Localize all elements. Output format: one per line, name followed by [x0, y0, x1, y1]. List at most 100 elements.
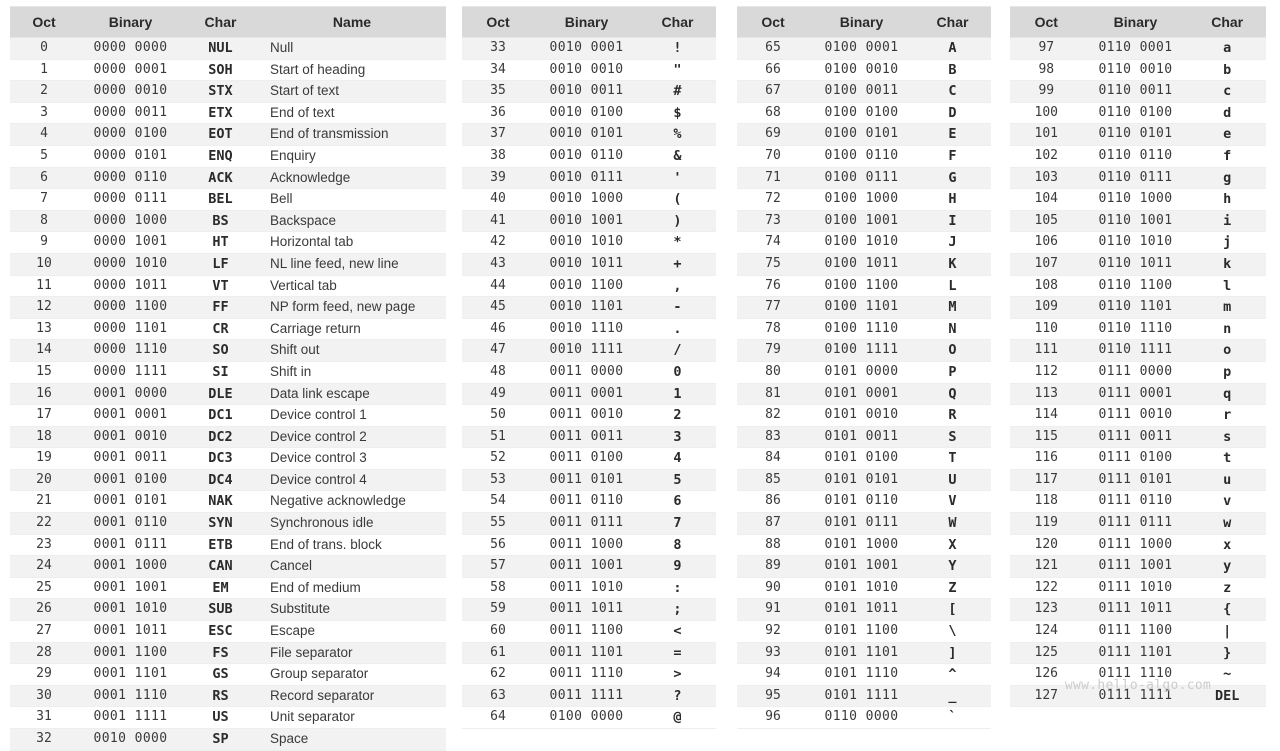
- cell-oct: 86: [737, 490, 809, 514]
- table-row: 101 0110 0101 e: [1010, 123, 1266, 146]
- cell-char: =: [639, 641, 716, 665]
- cell-char: EOT: [183, 123, 258, 146]
- table-row: 125 0111 1101}: [1010, 641, 1266, 665]
- cell-binary: 0100 1000: [809, 188, 914, 211]
- cell-binary: 0100 1010: [809, 231, 914, 254]
- cell-char: U: [914, 468, 991, 492]
- cell-oct: 115: [1010, 425, 1083, 449]
- cell-binary: 0000 0100: [78, 123, 183, 146]
- cell-binary: 0001 0111: [78, 533, 183, 557]
- table-row: 98 0110 0010 b: [1010, 58, 1266, 82]
- cell-binary: 0000 1101: [78, 317, 183, 341]
- table-row: 57 0011 1001 9: [462, 555, 716, 578]
- cell-oct: 4: [10, 123, 78, 146]
- table-row: 91 0101 1011[: [737, 598, 991, 622]
- cell-binary: 0111 0110: [1082, 490, 1189, 514]
- table-row: 66 0100 0010 B: [737, 58, 991, 82]
- cell-binary: 0001 1110: [78, 684, 183, 708]
- table-row: 40 0010 1000(: [462, 188, 716, 211]
- cell-char: I: [914, 209, 991, 233]
- table-row: 67 0100 0011 C: [737, 80, 991, 103]
- cell-oct: 78: [737, 317, 809, 341]
- cell-name: NP form feed, new page: [258, 296, 446, 319]
- table-row: 77 0100 1101 M: [737, 296, 991, 319]
- cell-oct: 16: [10, 382, 78, 406]
- cell-oct: 96: [737, 706, 809, 729]
- cell-char: SOH: [183, 58, 258, 82]
- cell-char: %: [639, 123, 716, 146]
- cell-binary: 0000 1100: [78, 296, 183, 319]
- cell-char: SUB: [183, 598, 258, 622]
- cell-oct: 45: [462, 296, 534, 319]
- cell-oct: 53: [462, 468, 534, 492]
- cell-char: !: [639, 37, 716, 60]
- cell-binary: 0010 0101: [534, 123, 639, 146]
- cell-oct: 89: [737, 555, 809, 578]
- column-header-char: Char: [914, 6, 991, 38]
- cell-binary: 0001 1000: [78, 555, 183, 578]
- cell-oct: 101: [1010, 123, 1083, 146]
- cell-char: Y: [914, 555, 991, 578]
- cell-binary: 0111 0000: [1082, 360, 1189, 384]
- cell-binary: 0010 1000: [534, 188, 639, 211]
- table-row: 1 0000 0001 SOH Start of heading: [10, 58, 446, 82]
- cell-oct: 87: [737, 512, 809, 535]
- cell-binary: 0001 1001: [78, 576, 183, 600]
- cell-char: VT: [183, 274, 258, 298]
- table-row: 76 0100 1100 L: [737, 274, 991, 298]
- cell-char: DC3: [183, 447, 258, 470]
- cell-char: R: [914, 404, 991, 427]
- table-body: 33 0010 0001! 34 0010 0010 " 35 0010 0011 #36 00…: [462, 37, 716, 729]
- table-row: 93 0101 1101]: [737, 641, 991, 665]
- cell-binary: 0000 0110: [78, 166, 183, 190]
- cell-char: Q: [914, 382, 991, 406]
- cell-char: u: [1188, 468, 1266, 492]
- cell-name: Carriage return: [258, 317, 446, 341]
- column-header-oct: Oct: [462, 6, 534, 38]
- cell-oct: 47: [462, 339, 534, 362]
- cell-oct: 111: [1010, 339, 1083, 362]
- cell-oct: 91: [737, 598, 809, 622]
- table-row: 74 0100 1010 J: [737, 231, 991, 254]
- cell-char: J: [914, 231, 991, 254]
- cell-name: Synchronous idle: [258, 512, 446, 535]
- cell-oct: 106: [1010, 231, 1083, 254]
- table-row: 43 0010 1011 +: [462, 252, 716, 276]
- cell-binary: 0010 0000: [78, 728, 183, 751]
- table-row: 39 0010 0111 ': [462, 166, 716, 190]
- table-row: 86 0101 0110 V: [737, 490, 991, 514]
- cell-binary: 0000 1010: [78, 252, 183, 276]
- cell-char: HT: [183, 231, 258, 254]
- ascii-reference-page: Oct Binary Char Name 0 0000 0000 NUL Null 1 0000…: [0, 0, 1280, 751]
- cell-binary: 0110 1101: [1082, 296, 1189, 319]
- cell-binary: 0101 1111: [809, 684, 914, 708]
- cell-binary: 0110 1111: [1082, 339, 1189, 362]
- column-header-char: Char: [183, 6, 258, 38]
- cell-binary: 0010 1111: [534, 339, 639, 362]
- cell-oct: 23: [10, 533, 78, 557]
- cell-char: b: [1188, 58, 1266, 82]
- cell-binary: 0111 1010: [1082, 576, 1189, 600]
- cell-char: $: [639, 101, 716, 125]
- cell-binary: 0011 1010: [534, 576, 639, 600]
- cell-char: _: [914, 684, 991, 708]
- cell-oct: 60: [462, 620, 534, 643]
- table-row: 73 0100 1001 I: [737, 209, 991, 233]
- table-row: 107 0110 1011 k: [1010, 252, 1266, 276]
- table-row: 21 0001 0101 NAK Negative acknowledge: [10, 490, 446, 514]
- cell-binary: 0110 1001: [1082, 209, 1189, 233]
- cell-name: Group separator: [258, 663, 446, 686]
- cell-oct: 6: [10, 166, 78, 190]
- table-row: 16 0001 0000 DLE Data link escape: [10, 382, 446, 406]
- cell-oct: 95: [737, 684, 809, 708]
- cell-char: CAN: [183, 555, 258, 578]
- cell-oct: 30: [10, 684, 78, 708]
- cell-char: DC1: [183, 404, 258, 427]
- table-row: 83 0101 0011 S: [737, 425, 991, 449]
- cell-char: y: [1188, 555, 1266, 578]
- cell-char: D: [914, 101, 991, 125]
- cell-oct: 38: [462, 144, 534, 168]
- table-row: 49 0011 0001 1: [462, 382, 716, 406]
- cell-oct: 22: [10, 512, 78, 535]
- cell-oct: 33: [462, 37, 534, 60]
